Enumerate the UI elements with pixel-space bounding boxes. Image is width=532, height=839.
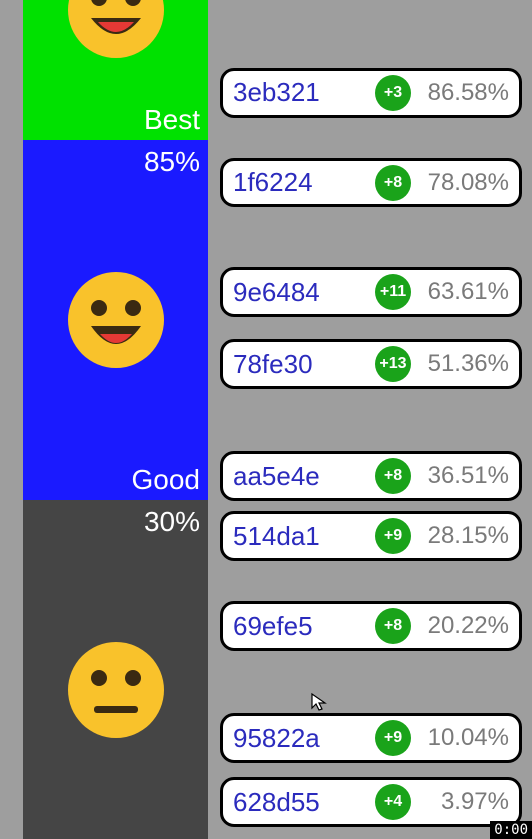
list-item[interactable]: 1f6224 +8 78.08% <box>220 158 522 208</box>
item-id: 1f6224 <box>233 167 367 198</box>
item-pct: 78.08% <box>419 169 509 197</box>
item-id: 78fe30 <box>233 349 367 380</box>
tier-ok[interactable]: 30% <box>23 500 208 839</box>
tier-good-pct: 85% <box>144 146 200 178</box>
neutral-face-icon <box>66 640 166 740</box>
item-pct: 28.15% <box>419 522 509 550</box>
list-item[interactable]: 514da1 +9 28.15% <box>220 511 522 561</box>
delta-badge: +8 <box>375 165 411 201</box>
item-id: 514da1 <box>233 521 367 552</box>
delta-badge: +4 <box>375 784 411 820</box>
delta-badge: +11 <box>375 274 411 310</box>
item-pct: 10.04% <box>419 724 509 752</box>
item-id: 628d55 <box>233 787 367 818</box>
item-pct: 3.97% <box>419 788 509 816</box>
delta-badge: +8 <box>375 458 411 494</box>
item-pct: 63.61% <box>419 278 509 306</box>
delta-badge: +9 <box>375 518 411 554</box>
list-item[interactable]: 9e6484 +11 63.61% <box>220 267 522 317</box>
tier-column: Best 85% Good 30% <box>23 0 208 839</box>
laugh-face-icon <box>66 270 166 370</box>
list-item[interactable]: aa5e4e +8 36.51% <box>220 451 522 501</box>
list-item[interactable]: 628d55 +4 3.97% <box>220 777 522 827</box>
tier-good-label: Good <box>132 464 201 496</box>
item-id: 9e6484 <box>233 277 367 308</box>
item-id: 69efe5 <box>233 611 367 642</box>
list-item[interactable]: 69efe5 +8 20.22% <box>220 601 522 651</box>
item-pct: 86.58% <box>419 79 509 107</box>
list-item[interactable]: 78fe30 +13 51.36% <box>220 339 522 389</box>
item-id: 95822a <box>233 723 367 754</box>
delta-badge: +13 <box>375 346 411 382</box>
tier-best[interactable]: Best <box>23 0 208 140</box>
item-id: aa5e4e <box>233 461 367 492</box>
item-list: 3eb321 +3 86.58% 1f6224 +8 78.08% 9e6484… <box>208 0 532 839</box>
tier-ok-pct: 30% <box>144 506 200 538</box>
list-item[interactable]: 3eb321 +3 86.58% <box>220 68 522 118</box>
list-item[interactable]: 95822a +9 10.04% <box>220 713 522 763</box>
app-root: Best 85% Good 30% 3eb <box>0 0 532 839</box>
delta-badge: +3 <box>375 75 411 111</box>
grin-face-icon <box>66 0 166 60</box>
item-id: 3eb321 <box>233 77 367 108</box>
tier-best-label: Best <box>144 104 200 136</box>
tier-good[interactable]: 85% Good <box>23 140 208 500</box>
item-pct: 51.36% <box>419 350 509 378</box>
timer-badge: 0:00 <box>490 821 532 839</box>
item-pct: 20.22% <box>419 612 509 640</box>
delta-badge: +8 <box>375 608 411 644</box>
delta-badge: +9 <box>375 720 411 756</box>
item-pct: 36.51% <box>419 462 509 490</box>
spacer <box>220 0 522 68</box>
